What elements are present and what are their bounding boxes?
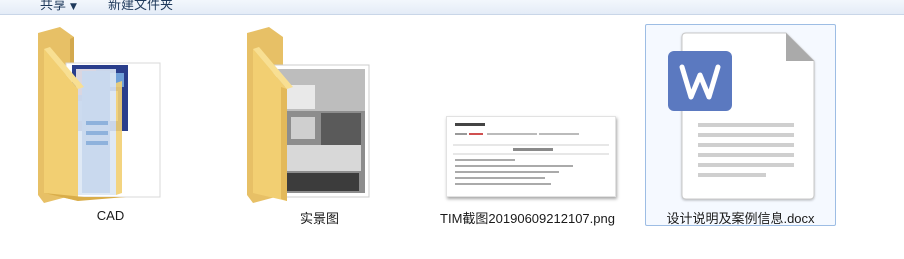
word-document-icon	[646, 25, 835, 203]
screenshot-preview	[446, 116, 616, 197]
file-item-photo-folder[interactable]: 实景图	[224, 24, 415, 226]
new-folder-button[interactable]: 新建文件夹	[108, 0, 173, 13]
command-bar: 共享 ▼ 新建文件夹	[0, 0, 904, 15]
share-menu-button[interactable]: 共享 ▼	[40, 0, 77, 13]
file-item-cad-folder[interactable]: CAD	[15, 24, 206, 226]
folder-icon	[225, 25, 414, 203]
share-label: 共享	[40, 0, 67, 13]
file-name: 设计说明及案例信息.docx	[666, 211, 815, 226]
file-item-png-image[interactable]: TIM截图20190609212107.png	[432, 24, 623, 226]
file-name: 实景图	[299, 211, 339, 226]
image-thumbnail	[433, 25, 622, 203]
file-name: CAD	[96, 208, 125, 223]
folder-icon	[16, 25, 205, 203]
chevron-down-icon: ▼	[70, 2, 77, 12]
file-item-docx-document[interactable]: 设计说明及案例信息.docx	[645, 24, 836, 226]
file-name: TIM截图20190609212107.png	[440, 211, 615, 226]
